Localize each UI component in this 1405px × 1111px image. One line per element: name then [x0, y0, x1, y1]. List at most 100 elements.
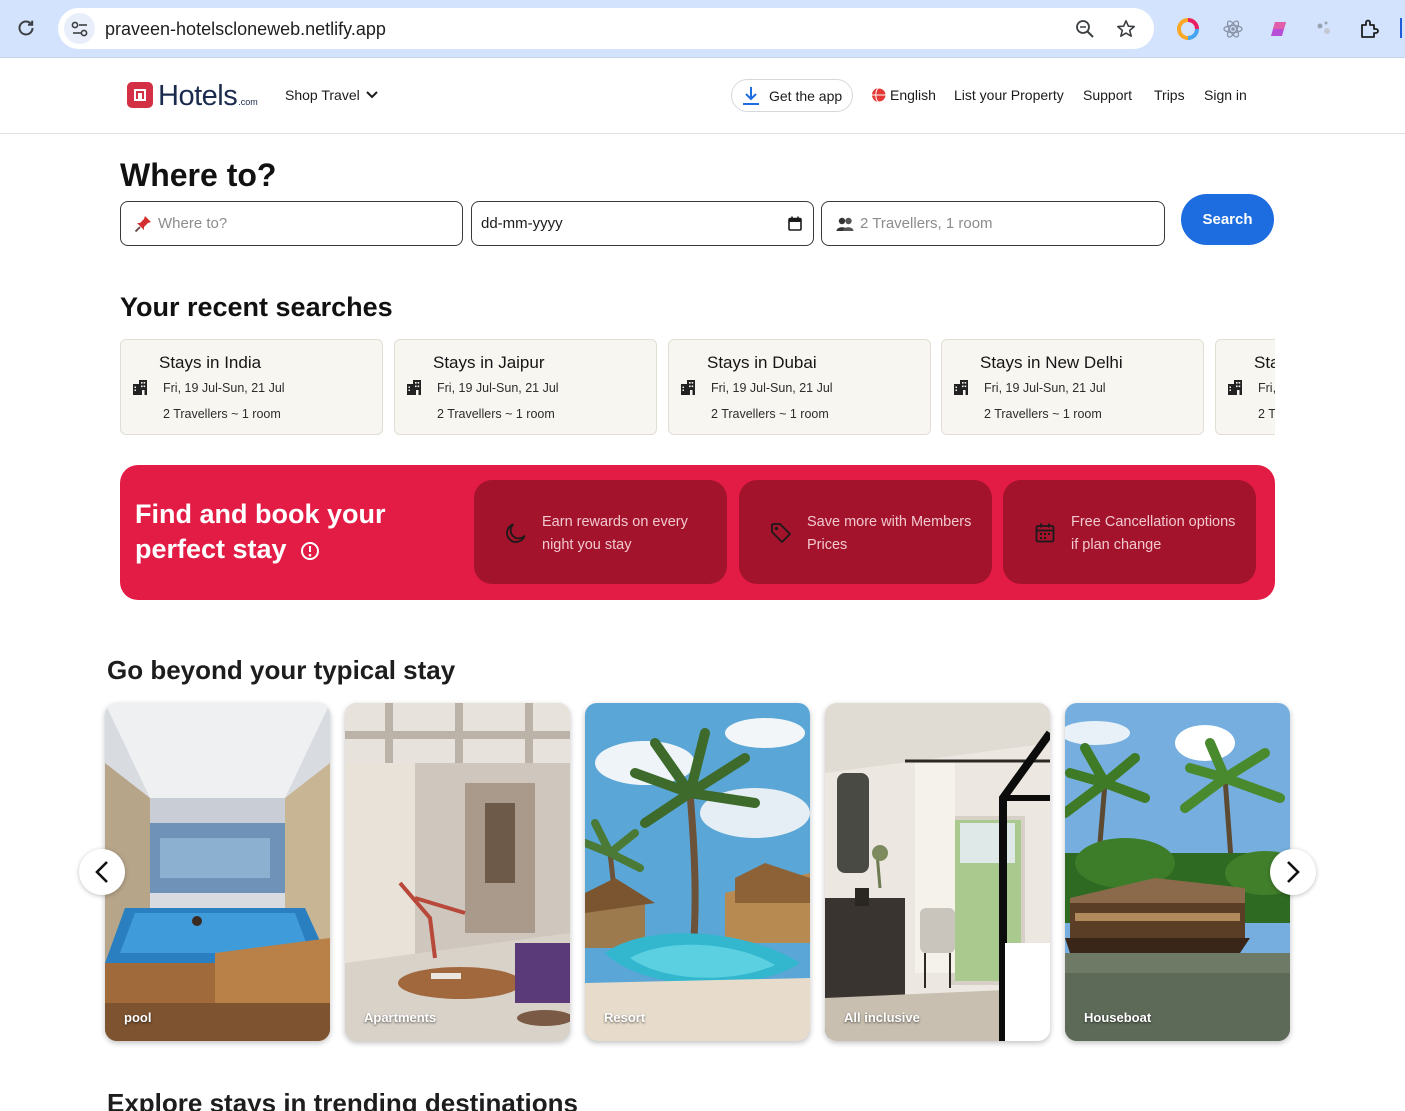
recent-search-dates: Fri, 19 Jul-Sun, 21 Jul [711, 381, 833, 395]
promo-tile-rewards: Earn rewards on every night you stay [474, 480, 727, 584]
explore-heading: Explore stays in trending destinations [107, 1088, 578, 1111]
recent-search-travellers: 2 Travellers ~ 1 room [437, 407, 555, 421]
promo-title-text: Find and book your perfect stay [135, 499, 386, 564]
reload-icon[interactable] [14, 16, 38, 40]
date-input[interactable]: dd-mm-yyyy [481, 215, 788, 232]
shop-travel-label: Shop Travel [285, 87, 360, 103]
stay-type-label: Houseboat [1084, 1010, 1152, 1025]
language-selector[interactable]: English [871, 87, 936, 103]
stay-type-card-pool[interactable]: pool [105, 703, 330, 1041]
address-bar[interactable]: praveen-hotelscloneweb.netlify.app [58, 8, 1154, 49]
recent-search-title: Stays in Dubai [707, 353, 817, 372]
shop-travel-menu[interactable]: Shop Travel [285, 87, 378, 103]
recent-search-card[interactable]: Stays in Mumbai Fri, 19 Jul-Sun, 21 Jul … [1215, 339, 1275, 435]
recent-searches-heading: Your recent searches [120, 292, 393, 322]
all-inclusive-image [825, 703, 1050, 1041]
download-icon [743, 86, 759, 105]
calendar-icon [1035, 523, 1055, 543]
recent-search-travellers: 2 Travellers ~ 1 room [711, 407, 829, 421]
recent-search-card[interactable]: Stays in Dubai Fri, 19 Jul-Sun, 21 Jul 2… [668, 339, 931, 435]
sparkle-extension-icon[interactable] [1310, 16, 1336, 42]
profile-divider [1400, 18, 1402, 38]
hotels-logo-icon [127, 82, 153, 108]
apartment-image [345, 703, 570, 1041]
chevron-down-icon [366, 91, 378, 99]
recent-search-dates: Fri, 19 Jul-Sun, 21 Jul [1258, 381, 1275, 395]
carousel-prev-button[interactable] [79, 849, 125, 895]
sign-in-link[interactable]: Sign in [1204, 87, 1247, 103]
recent-search-dates: Fri, 19 Jul-Sun, 21 Jul [163, 381, 285, 395]
logo-text: Hotels [158, 80, 238, 112]
building-icon [954, 380, 968, 395]
recent-search-card[interactable]: Stays in India Fri, 19 Jul-Sun, 21 Jul 2… [120, 339, 383, 435]
stay-type-card-apartments[interactable]: Apartments [345, 703, 570, 1041]
color-extension-icon[interactable] [1175, 16, 1201, 42]
carousel-next-button[interactable] [1270, 849, 1316, 895]
star-icon[interactable] [1114, 17, 1138, 41]
people-icon [836, 217, 854, 231]
building-icon [681, 380, 695, 395]
recent-search-travellers: 2 Travellers ~ 1 room [1258, 407, 1275, 421]
recent-search-dates: Fri, 19 Jul-Sun, 21 Jul [984, 381, 1106, 395]
building-icon [407, 380, 421, 395]
recent-search-title: Stays in Jaipur [433, 353, 545, 372]
beyond-heading: Go beyond your typical stay [107, 655, 456, 685]
pool-image [105, 703, 330, 1041]
react-devtools-icon[interactable] [1220, 16, 1246, 42]
moon-icon [506, 523, 526, 543]
tag-icon [771, 523, 791, 543]
recent-search-title: Stays in Mumbai [1254, 353, 1275, 372]
globe-icon [872, 87, 887, 103]
url-text[interactable]: praveen-hotelscloneweb.netlify.app [105, 19, 386, 40]
promo-tile-members: Save more with Members Prices [739, 480, 992, 584]
logo-suffix: .com [238, 97, 258, 107]
stay-type-card-resort[interactable]: Resort [585, 703, 810, 1041]
stay-type-card-all-inclusive[interactable]: All inclusive [825, 703, 1050, 1041]
promo-tile-text: Earn rewards on every night you stay [542, 514, 688, 553]
recent-search-card[interactable]: Stays in Jaipur Fri, 19 Jul-Sun, 21 Jul … [394, 339, 657, 435]
stay-type-label: All inclusive [844, 1010, 920, 1025]
promo-tile-text: Save more with Members Prices [807, 514, 972, 553]
promo-tile-text: Free Cancellation options if plan change [1071, 514, 1236, 553]
houseboat-image [1065, 703, 1290, 1041]
destination-field[interactable] [120, 201, 463, 246]
promo-title: Find and book your perfect stay [135, 497, 435, 567]
get-app-label: Get the app [769, 87, 843, 104]
site-info-icon[interactable] [64, 13, 95, 44]
travellers-field[interactable] [821, 201, 1165, 246]
info-icon[interactable] [300, 541, 320, 561]
get-app-button[interactable]: Get the app [731, 79, 854, 112]
building-icon [133, 380, 147, 395]
recent-search-travellers: 2 Travellers ~ 1 room [163, 407, 281, 421]
destination-input[interactable] [158, 215, 462, 232]
date-field[interactable]: dd-mm-yyyy [471, 201, 814, 246]
search-button[interactable]: Search [1181, 194, 1274, 245]
hotels-logo[interactable]: Hotels .com [127, 81, 258, 111]
chevron-right-icon [1287, 861, 1300, 883]
recent-search-card[interactable]: Stays in New Delhi Fri, 19 Jul-Sun, 21 J… [941, 339, 1204, 435]
resort-image [585, 703, 810, 1041]
recent-search-travellers: 2 Travellers ~ 1 room [984, 407, 1102, 421]
stay-type-label: Apartments [364, 1010, 437, 1025]
travellers-input[interactable] [860, 215, 1164, 232]
recent-search-title: Stays in India [159, 353, 262, 372]
chevron-left-icon [95, 861, 108, 883]
language-label: English [890, 87, 936, 103]
promo-banner: Find and book your perfect stay Earn rew… [120, 465, 1275, 600]
list-property-link[interactable]: List your Property [954, 87, 1064, 103]
extensions-icon[interactable] [1356, 16, 1382, 42]
recent-search-dates: Fri, 19 Jul-Sun, 21 Jul [437, 381, 559, 395]
promo-tile-cancellation: Free Cancellation options if plan change [1003, 480, 1256, 584]
gradient-extension-icon[interactable] [1265, 16, 1291, 42]
support-link[interactable]: Support [1083, 87, 1132, 103]
stay-type-card-houseboat[interactable]: Houseboat [1065, 703, 1290, 1041]
building-icon [1228, 380, 1242, 395]
trips-link[interactable]: Trips [1154, 87, 1185, 103]
recent-search-title: Stays in New Delhi [980, 353, 1123, 372]
calendar-picker-icon[interactable] [788, 216, 802, 231]
browser-toolbar: praveen-hotelscloneweb.netlify.app [0, 0, 1405, 58]
page-title: Where to? [120, 157, 277, 193]
stay-type-label: Resort [604, 1010, 646, 1025]
recent-searches-carousel: Stays in India Fri, 19 Jul-Sun, 21 Jul 2… [120, 339, 1275, 435]
zoom-icon[interactable] [1073, 17, 1097, 41]
